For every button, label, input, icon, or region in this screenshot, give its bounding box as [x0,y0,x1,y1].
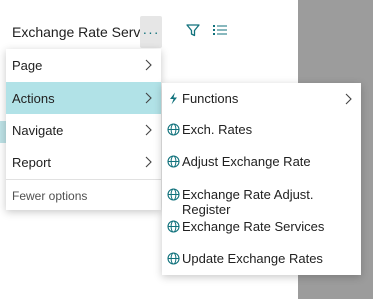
menu-item-page[interactable]: Page [6,49,161,81]
menu-item-label: Page [12,57,43,73]
filter-icon[interactable] [185,22,201,38]
submenu-item-label: Update Exchange Rates [182,251,323,266]
menu-item-navigate[interactable]: Navigate [6,114,161,146]
submenu-item-exch-rates[interactable]: Exch. Rates [162,114,361,146]
menu-item-actions[interactable]: Actions [6,82,161,114]
chevron-right-icon [345,93,352,105]
submenu-item-update-exchange-rates[interactable]: Update Exchange Rates [162,243,361,275]
menu-divider [6,179,161,180]
globe-icon [167,188,180,201]
menu-item-report[interactable]: Report [6,146,161,178]
chevron-right-icon [145,59,152,71]
menu-item-label: Actions [12,90,55,106]
submenu-item-functions[interactable]: Functions [162,83,361,115]
actions-submenu: Functions Exch. Rates Adjust Exchange Ra… [162,83,361,275]
globe-icon [167,252,180,265]
actions-dropdown-menu: Page Actions Navigate Report Fewer optio… [6,49,161,210]
menu-item-label: Report [12,154,52,170]
list-view-icon[interactable] [212,22,228,38]
submenu-item-exchange-rate-services[interactable]: Exchange Rate Services [162,211,361,243]
page-title: Exchange Rate Service [12,24,159,40]
more-options-button[interactable]: ··· [140,16,162,48]
submenu-item-adjust-exchange-rate[interactable]: Adjust Exchange Rate [162,146,361,178]
menu-item-label: Navigate [12,122,64,138]
chevron-right-icon [145,92,152,104]
globe-icon [167,220,180,233]
submenu-item-label: Exch. Rates [182,122,253,137]
fewer-options-link[interactable]: Fewer options [12,189,87,203]
submenu-item-label: Exchange Rate Services [182,219,325,234]
lightning-icon [170,92,177,105]
chevron-right-icon [145,124,152,136]
chevron-right-icon [145,156,152,168]
submenu-item-label: Functions [182,91,239,106]
submenu-item-label: Adjust Exchange Rate [182,154,311,169]
more-label: ··· [142,24,160,40]
submenu-item-exchange-rate-adjust-register[interactable]: Exchange Rate Adjust. Register [162,179,361,217]
globe-icon [167,155,180,168]
globe-icon [167,123,180,136]
